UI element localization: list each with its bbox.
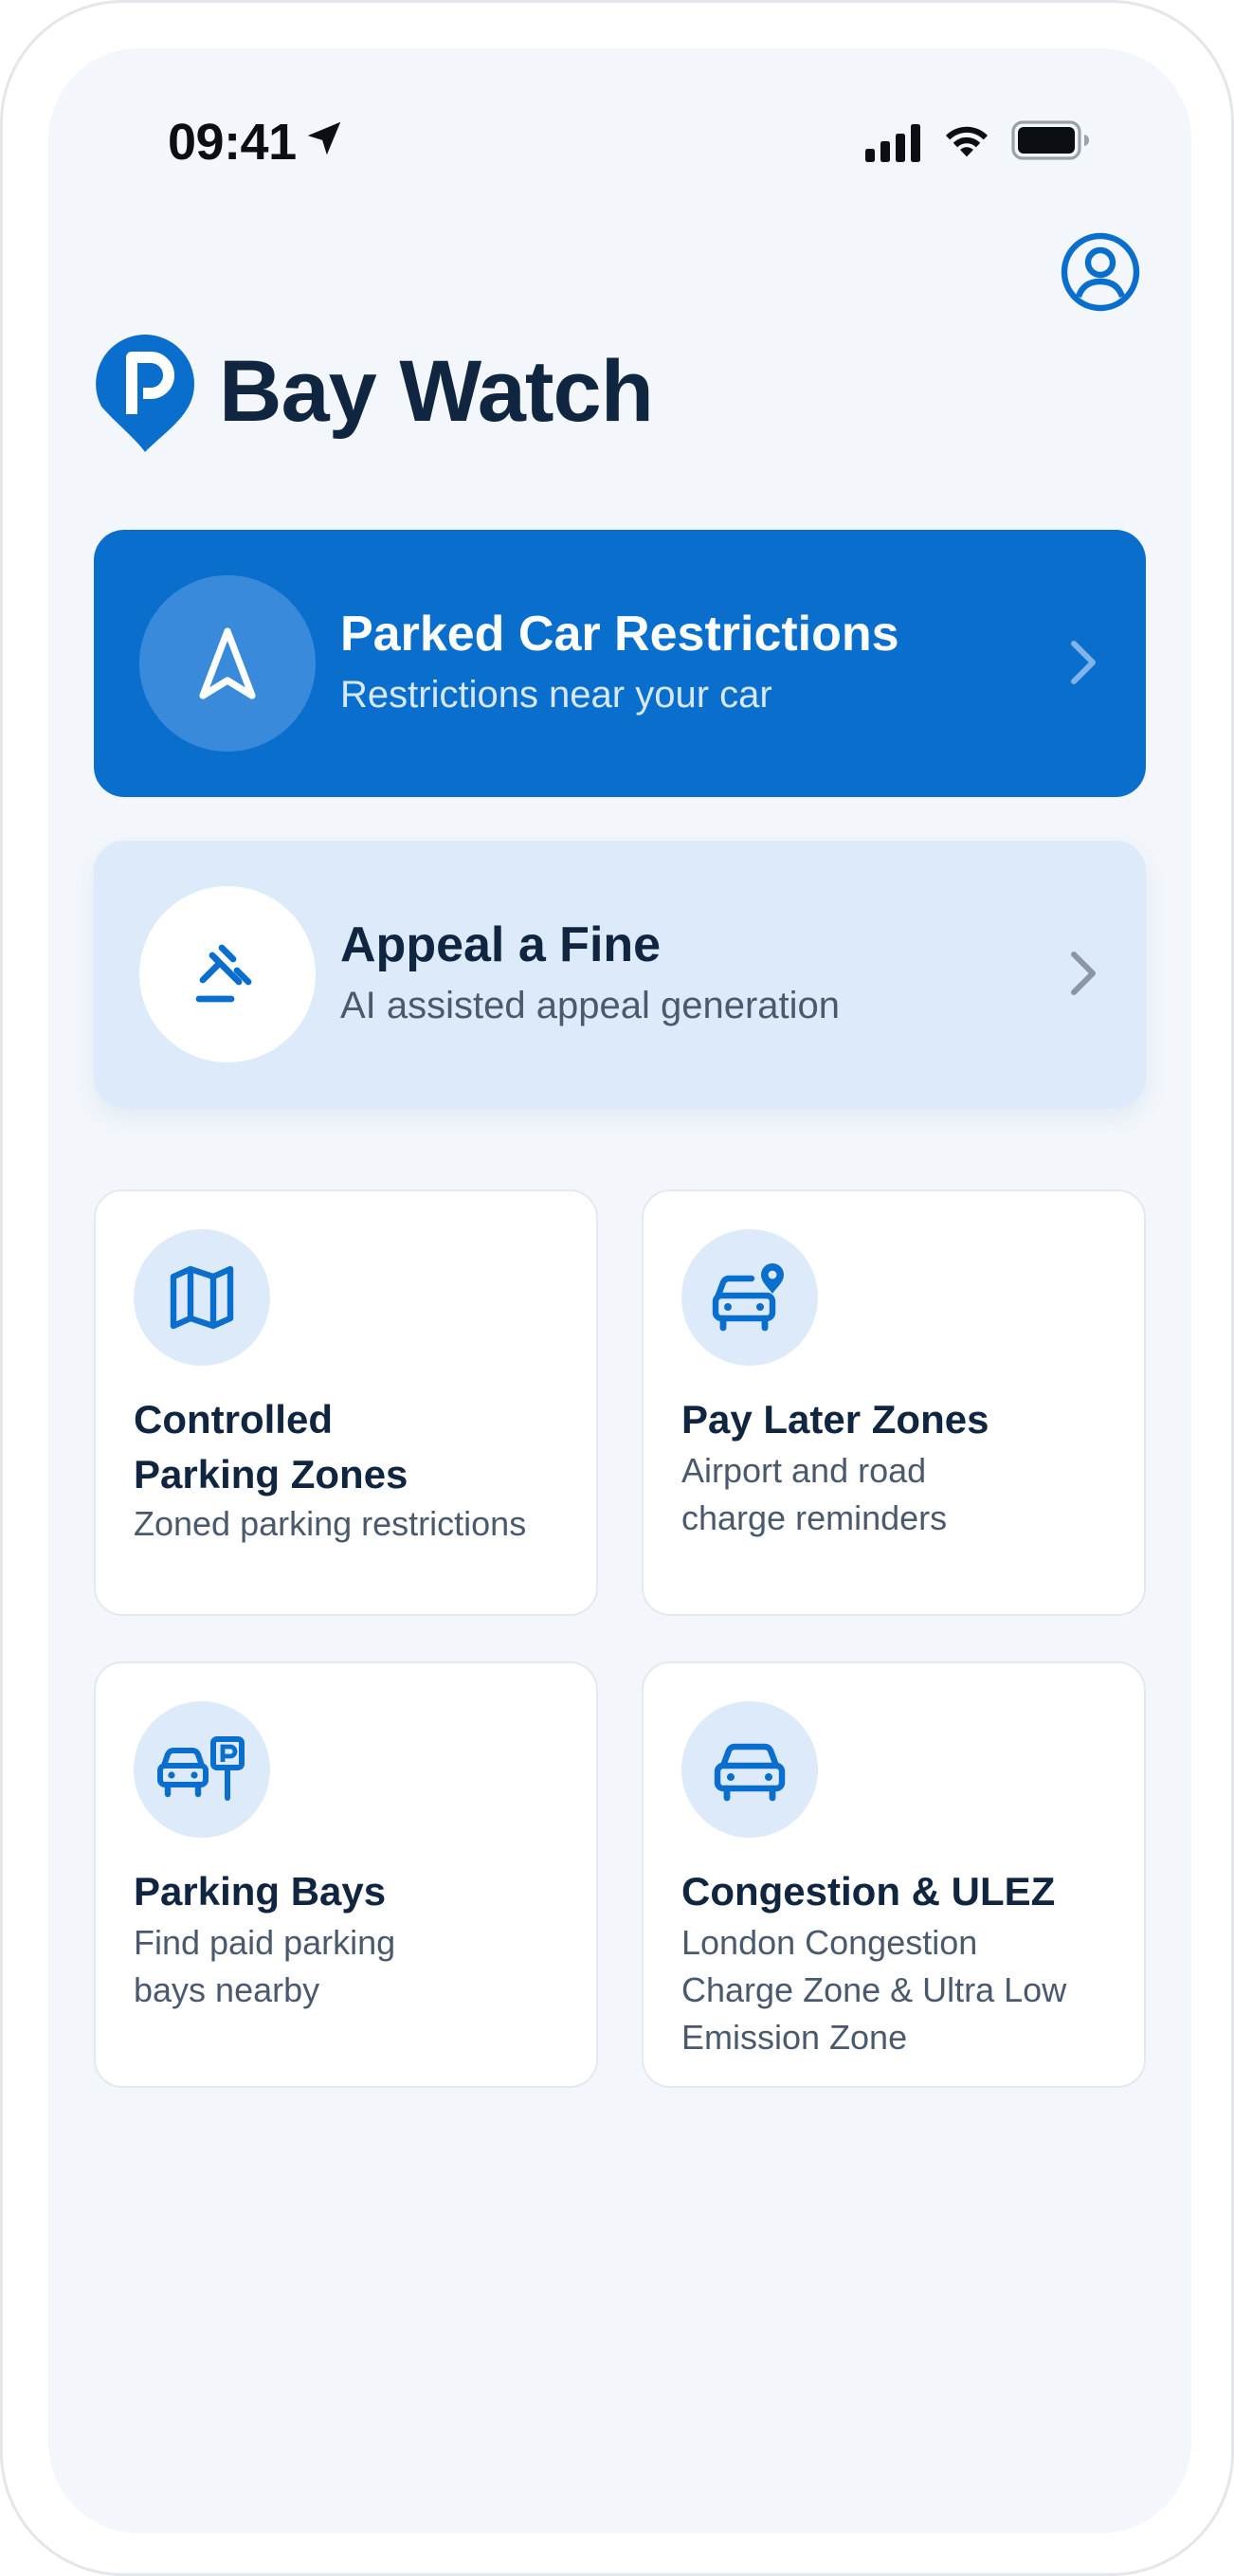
tile-icon-badge <box>134 1701 270 1838</box>
status-time: 09:41 <box>168 114 297 171</box>
cellular-signal-icon <box>865 124 920 162</box>
tile-desc-line: charge reminders <box>681 1498 948 1537</box>
car-location-pin-icon <box>712 1263 784 1332</box>
wifi-icon <box>946 126 988 157</box>
tile-title-line: Congestion & ULEZ <box>681 1869 1056 1914</box>
tile-title-line: Parking Bays <box>134 1869 387 1914</box>
tile-title-line: Parking Zones <box>134 1452 408 1497</box>
parked-car-subtitle: Restrictions near your car <box>340 674 772 716</box>
tile-title-line: Controlled <box>134 1397 333 1442</box>
tile-icon-badge <box>681 1701 818 1838</box>
app-logo-icon <box>96 335 194 452</box>
parked-car-title: Parked Car Restrictions <box>340 607 899 662</box>
tile-desc-line: Charge Zone & Ultra Low <box>681 1970 1067 2009</box>
appeal-a-fine-card[interactable]: Appeal a Fine AI assisted appeal generat… <box>94 841 1146 1108</box>
appeal-title: Appeal a Fine <box>340 917 662 972</box>
tile-description: Airport and road charge reminders <box>681 1447 1108 1542</box>
chevron-right-icon <box>1071 952 1096 995</box>
tile-desc-line: Zoned parking restrictions <box>134 1504 527 1543</box>
appeal-icon-badge <box>139 886 316 1062</box>
phone-frame: 09:41 Bay Watch Parked Car Restrictions … <box>0 0 1234 2576</box>
chevron-right-icon <box>1071 641 1096 684</box>
gavel-icon <box>195 944 252 1003</box>
car-parking-sign-icon <box>157 1736 245 1801</box>
tile-desc-line: Find paid parking <box>134 1923 396 1962</box>
tile-icon-badge <box>134 1229 270 1366</box>
tile-desc-line: Airport and road <box>681 1451 927 1490</box>
tile-description: Find paid parking bays nearby <box>134 1919 560 2014</box>
tile-title-line: Pay Later Zones <box>681 1397 989 1442</box>
tile-description: Zoned parking restrictions <box>134 1500 560 1548</box>
car-icon <box>714 1743 786 1802</box>
tile-desc-line: London Congestion <box>681 1923 978 1962</box>
parked-car-restrictions-card[interactable]: Parked Car Restrictions Restrictions nea… <box>94 530 1146 797</box>
battery-icon <box>1011 120 1089 160</box>
tile-desc-line: bays nearby <box>134 1970 320 2009</box>
tile-title: Congestion & ULEZ <box>681 1864 1117 1919</box>
tile-title: Controlled Parking Zones <box>134 1392 570 1502</box>
parking-bays-tile[interactable]: Parking Bays Find paid parking bays near… <box>94 1661 598 2088</box>
tile-icon-badge <box>681 1229 818 1366</box>
appeal-subtitle: AI assisted appeal generation <box>340 985 841 1026</box>
tile-desc-line: Emission Zone <box>681 2018 908 2057</box>
map-icon <box>170 1265 234 1330</box>
parked-car-icon-badge <box>139 575 316 752</box>
tile-title: Parking Bays <box>134 1864 570 1919</box>
profile-button[interactable] <box>1061 232 1140 312</box>
pay-later-zones-tile[interactable]: Pay Later Zones Airport and road charge … <box>642 1189 1146 1616</box>
controlled-parking-zones-tile[interactable]: Controlled Parking Zones Zoned parking r… <box>94 1189 598 1616</box>
congestion-ulez-tile[interactable]: Congestion & ULEZ London Congestion Char… <box>642 1661 1146 2088</box>
tile-description: London Congestion Charge Zone & Ultra Lo… <box>681 1919 1108 2061</box>
app-screen: 09:41 Bay Watch Parked Car Restrictions … <box>48 48 1191 2533</box>
location-arrow-icon <box>307 121 341 155</box>
tile-title: Pay Later Zones <box>681 1392 1117 1447</box>
navigation-arrow-icon <box>199 627 256 699</box>
app-title: Bay Watch <box>219 343 654 440</box>
